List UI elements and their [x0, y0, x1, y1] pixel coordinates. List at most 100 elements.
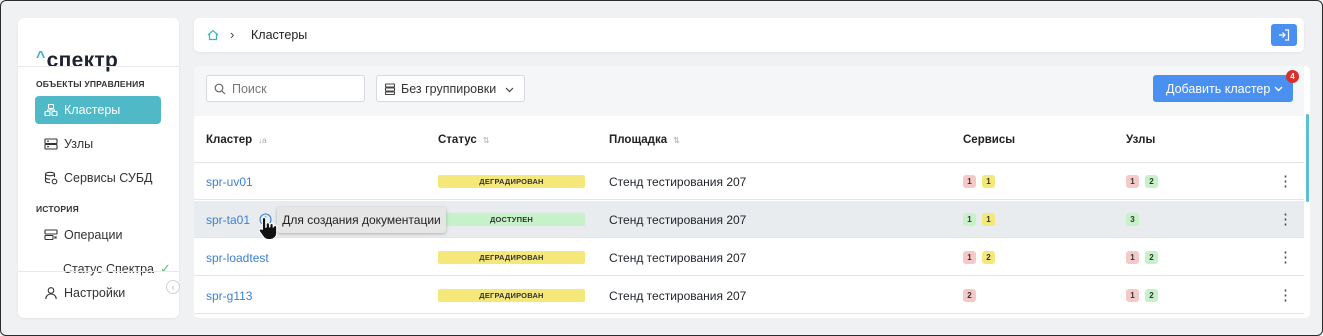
service-count-badge: 2 — [963, 289, 976, 302]
node-count-badge: 1 — [1126, 251, 1139, 264]
notification-badge: 4 — [1286, 70, 1299, 83]
sidebar-item-operations[interactable]: Операции — [35, 221, 161, 249]
node-count-badge: 2 — [1145, 289, 1158, 302]
operations-icon — [44, 228, 58, 242]
cluster-cell: spr-g113 — [206, 277, 252, 314]
site-cell: Стенд тестирования 207 — [609, 212, 747, 227]
nodes-cell: 12 — [1126, 239, 1164, 276]
scrollbar[interactable] — [1306, 114, 1309, 202]
check-icon: ✓ — [159, 261, 171, 276]
node-count-badge: 2 — [1145, 251, 1158, 264]
cluster-cell: spr-loadtest — [206, 239, 269, 276]
cluster-link[interactable]: spr-loadtest — [206, 251, 269, 265]
services-cell: 11 — [963, 163, 1001, 200]
row-menu-icon[interactable]: ⋮ — [1278, 163, 1293, 200]
sort-asc-icon: ↓a — [258, 135, 267, 145]
node-count-badge: 1 — [1126, 175, 1139, 188]
sidebar-divider — [18, 271, 179, 272]
status-cell: ДОСТУПЕН — [438, 201, 585, 238]
add-cluster-label: Добавить кластер — [1166, 81, 1271, 96]
sidebar-item-nodes[interactable]: Узлы — [35, 130, 161, 158]
app-logo[interactable]: ^спектр — [36, 50, 118, 72]
cluster-link[interactable]: spr-ta01 — [206, 213, 250, 227]
add-cluster-button[interactable]: Добавить кластер — [1153, 75, 1293, 102]
service-count-badge: 1 — [982, 213, 995, 226]
services-cell: 2 — [963, 277, 982, 314]
sidebar-section-objects: ОБЪЕКТЫ УПРАВЛЕНИЯ — [36, 79, 145, 89]
status-badge: ДЕГРАДИРОВАН — [438, 289, 585, 302]
service-count-badge: 1 — [963, 251, 976, 264]
site-cell: Стенд тестирования 207 — [609, 288, 747, 303]
nodes-icon — [44, 137, 58, 151]
user-icon — [44, 286, 58, 300]
search-placeholder: Поиск — [232, 81, 267, 96]
service-count-badge: 1 — [963, 175, 976, 188]
dbms-services-icon — [44, 171, 58, 185]
service-count-badge: 1 — [982, 175, 995, 188]
services-cell: 11 — [963, 201, 1001, 238]
spectr-status: Статус Спектра ✓ — [63, 261, 171, 277]
sidebar-item-label: Сервисы СУБД — [64, 171, 153, 185]
nodes-cell: 3 — [1126, 201, 1145, 238]
table-row[interactable]: spr-g113 ДЕГРАДИРОВАН Стенд тестирования 2… — [194, 277, 1304, 314]
grouping-value: Без группировки — [401, 81, 497, 96]
chevron-down-icon — [505, 87, 514, 93]
status-cell: ДЕГРАДИРОВАН — [438, 277, 585, 314]
status-badge: ДЕГРАДИРОВАН — [438, 175, 585, 188]
sidebar-divider — [18, 66, 179, 67]
sort-icon: ⇅ — [673, 135, 680, 145]
services-cell: 12 — [963, 239, 1001, 276]
row-menu-icon[interactable]: ⋮ — [1278, 277, 1293, 314]
nodes-cell: 12 — [1126, 277, 1164, 314]
site-cell: Стенд тестирования 207 — [609, 250, 747, 265]
collapse-sidebar-button[interactable]: ‹ — [166, 280, 180, 294]
node-count-badge: 3 — [1126, 213, 1139, 226]
search-icon — [214, 83, 226, 94]
grouping-icon — [384, 82, 396, 95]
sidebar-item-label: Операции — [64, 228, 123, 242]
column-header-status[interactable]: Статус ⇅ — [438, 134, 489, 146]
chevron-down-icon — [1274, 86, 1283, 92]
grouping-select[interactable]: Без группировки — [376, 75, 525, 102]
cluster-link[interactable]: spr-uv01 — [206, 175, 253, 189]
sidebar-section-history: ИСТОРИЯ — [36, 204, 79, 214]
status-badge: ДОСТУПЕН — [438, 213, 585, 226]
sidebar-item-label: Настройки — [64, 286, 126, 300]
cluster-link[interactable]: spr-g113 — [206, 289, 252, 303]
node-count-badge: 1 — [1126, 289, 1139, 302]
hand-cursor-icon — [258, 216, 278, 241]
logout-button[interactable] — [1271, 24, 1297, 46]
status-cell: ДЕГРАДИРОВАН — [438, 239, 585, 276]
site-cell: Стенд тестирования 207 — [609, 174, 747, 189]
column-header-site[interactable]: Площадка ⇅ — [609, 134, 680, 146]
status-cell: ДЕГРАДИРОВАН — [438, 163, 585, 200]
table-header: Кластер ↓a Статус ⇅ Площадка ⇅ Сервисы Узлы — [194, 116, 1304, 163]
table-row[interactable]: spr-loadtest ДЕГРАДИРОВАН Стенд тестирован… — [194, 239, 1304, 276]
column-header-cluster[interactable]: Кластер ↓a — [206, 134, 267, 146]
status-badge: ДЕГРАДИРОВАН — [438, 251, 585, 264]
service-count-badge: 1 — [963, 213, 976, 226]
search-input[interactable]: Поиск — [206, 75, 365, 102]
sort-icon: ⇅ — [482, 135, 490, 145]
cluster-cell: spr-uv01 — [206, 163, 253, 200]
column-header-nodes: Узлы — [1126, 134, 1156, 146]
sidebar-item-settings[interactable]: Настройки — [35, 279, 161, 307]
spectr-status-label: Статус Спектра — [63, 262, 154, 276]
table-row[interactable]: spr-uv01 ДЕГРАДИРОВАН Стенд тестирования 2… — [194, 163, 1304, 200]
sidebar-item-clusters[interactable]: Кластеры — [35, 96, 161, 124]
service-count-badge: 2 — [982, 251, 995, 264]
node-count-badge: 2 — [1145, 175, 1158, 188]
toolbar: Поиск Без группировки Добавить кластер 4 — [194, 66, 1304, 116]
sidebar-item-label: Кластеры — [64, 103, 121, 117]
row-menu-icon[interactable]: ⋮ — [1278, 239, 1293, 276]
header-bar: › Кластеры — [194, 18, 1304, 52]
sidebar: ^спектр ОБЪЕКТЫ УПРАВЛЕНИЯ Кластеры Узлы… — [18, 18, 180, 318]
logout-icon — [1279, 29, 1290, 41]
tooltip: Для создания документации — [277, 207, 446, 233]
nodes-cell: 12 — [1126, 163, 1164, 200]
breadcrumb-current: Кластеры — [251, 28, 308, 42]
row-menu-icon[interactable]: ⋮ — [1278, 201, 1293, 238]
sidebar-item-dbms-services[interactable]: Сервисы СУБД — [35, 164, 161, 192]
home-icon[interactable] — [207, 29, 219, 41]
clusters-panel: Поиск Без группировки Добавить кластер 4… — [194, 66, 1310, 318]
